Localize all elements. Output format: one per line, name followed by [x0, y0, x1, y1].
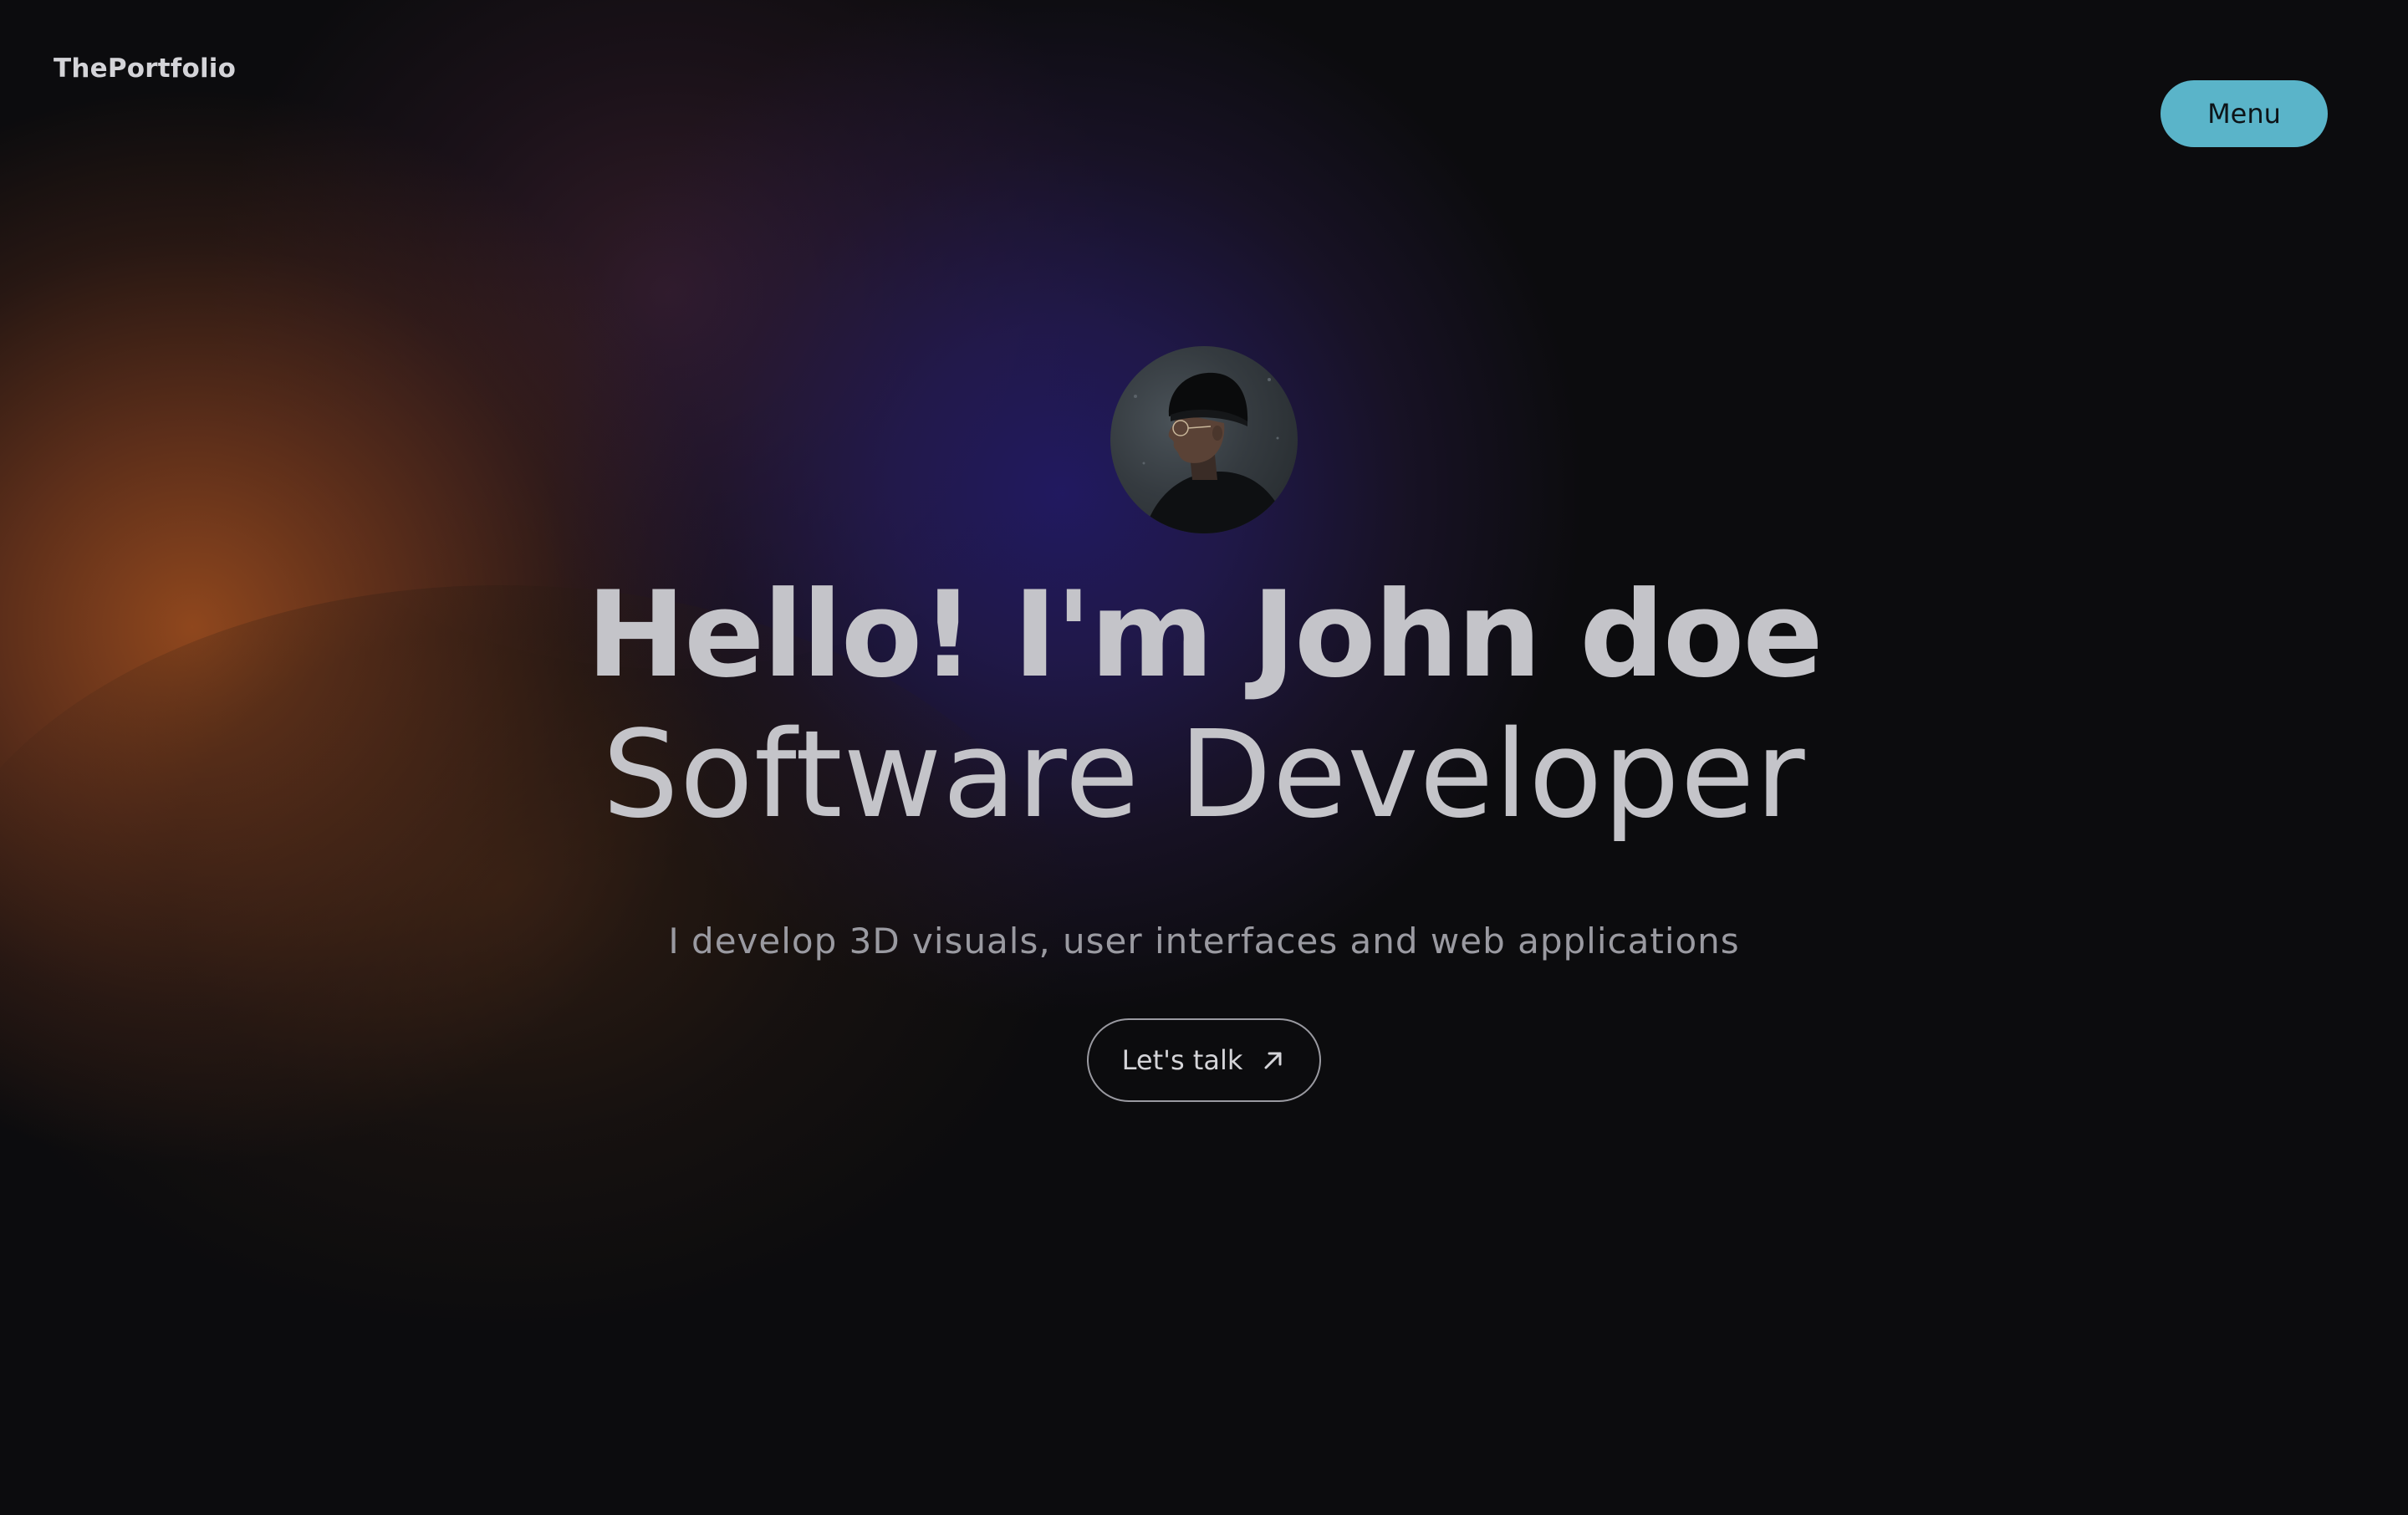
lets-talk-button[interactable]: Let's talk — [1087, 1018, 1321, 1102]
lets-talk-label: Let's talk — [1121, 1044, 1243, 1076]
avatar — [1110, 346, 1298, 533]
hero-headline: Hello! I'm John doe — [586, 566, 1823, 704]
hero-subheadline: Software Developer — [602, 704, 1806, 844]
menu-button[interactable]: Menu — [2161, 80, 2328, 147]
arrow-up-right-icon — [1261, 1048, 1286, 1073]
hero-tagline: I develop 3D visuals, user interfaces an… — [668, 921, 1740, 962]
site-logo[interactable]: ThePortfolio — [54, 54, 236, 84]
avatar-portrait-image — [1134, 372, 1290, 533]
